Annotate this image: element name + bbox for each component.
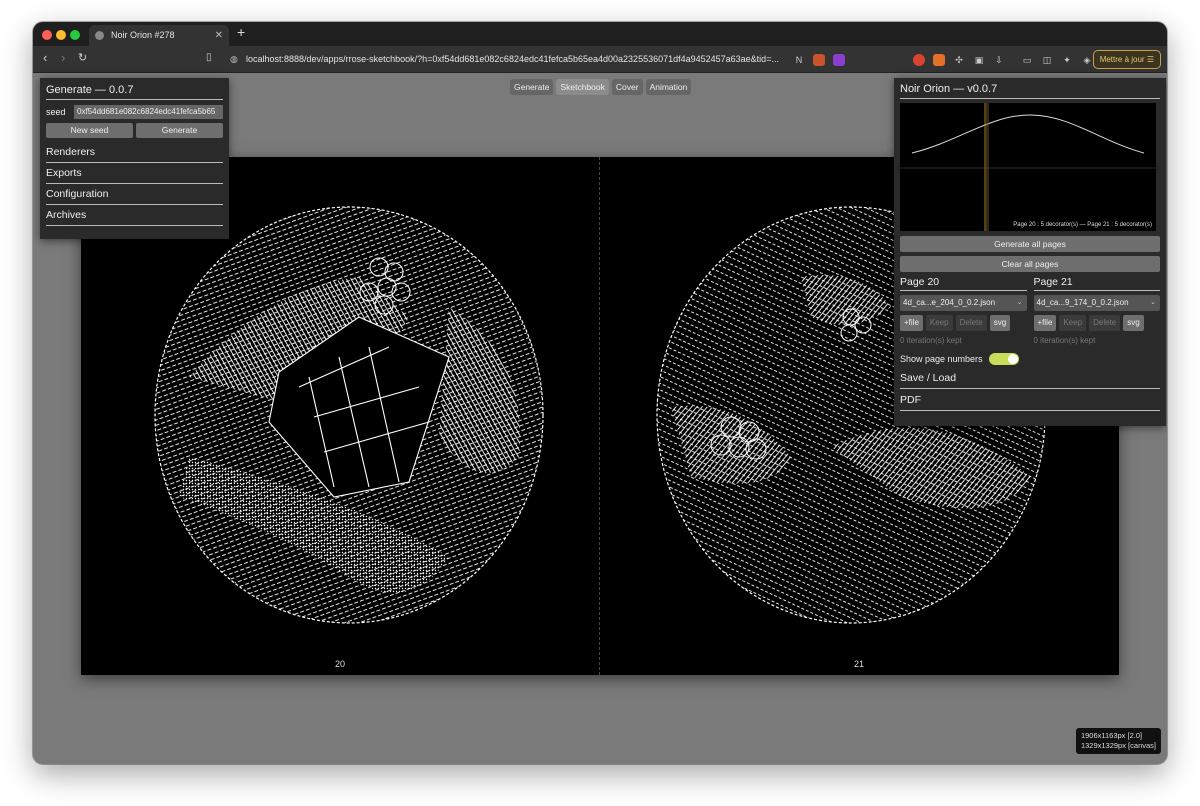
sketchbook-panel: Noir Orion — v0.0.7 Page 20 : 5 decorato…: [894, 78, 1166, 426]
page-21-kept-count: 0 iteration(s) kept: [1033, 336, 1096, 345]
vpn-icon[interactable]: ◈: [1081, 54, 1093, 66]
decorator-curve: [900, 103, 1156, 231]
brave-shield-icon[interactable]: [813, 54, 825, 66]
reader-icon[interactable]: N: [793, 54, 805, 66]
page-20-add-file-button[interactable]: +file: [900, 315, 923, 331]
tab-animation[interactable]: Animation: [645, 79, 692, 95]
seed-buttons: New seed Generate: [46, 123, 223, 138]
left-page-artwork: [154, 206, 544, 624]
show-page-numbers-label: Show page numbers: [900, 354, 983, 364]
browser-tab[interactable]: Noir Orion #278 ✕: [89, 25, 229, 46]
page-20-title: Page 20: [900, 276, 1027, 291]
decorator-graph: Page 20 : 5 decorator(s) — Page 21 : 5 d…: [900, 103, 1156, 231]
page-20-svg-button[interactable]: svg: [989, 315, 1011, 331]
section-pdf[interactable]: PDF: [900, 389, 1160, 411]
page-21-file-select[interactable]: 4d_ca...9_174_0_0.2.json ⌄: [1033, 295, 1160, 311]
show-page-numbers-row: Show page numbers: [900, 351, 1160, 367]
page-21-column: Page 21 4d_ca...9_174_0_0.2.json ⌄ +file…: [1033, 276, 1161, 348]
puzzle-icon[interactable]: ✣: [953, 54, 965, 66]
page-20-kept-count: 0 iteration(s) kept: [900, 336, 962, 345]
graph-caption: Page 20 : 5 decorator(s) — Page 21 : 5 d…: [1013, 222, 1152, 228]
section-archives[interactable]: Archives: [46, 205, 223, 226]
seed-label: seed: [46, 107, 66, 117]
close-window-icon[interactable]: [42, 30, 52, 40]
new-tab-icon[interactable]: +: [237, 24, 245, 40]
minimize-window-icon[interactable]: [56, 30, 66, 40]
page-20-actions: +file Keep Delete svg: [900, 315, 1027, 331]
page-columns: Page 20 4d_ca...e_204_0_0.2.json ⌄ +file…: [900, 276, 1160, 348]
section-configuration[interactable]: Configuration: [46, 184, 223, 205]
extension-red-icon[interactable]: [913, 54, 925, 66]
browser-window: Noir Orion #278 ✕ + ‹ › ↻ ▯ ◍ localhost:…: [33, 22, 1167, 764]
sidebar-icon[interactable]: ▭: [1021, 54, 1033, 66]
show-page-numbers-toggle[interactable]: [988, 353, 1019, 365]
maximize-window-icon[interactable]: [70, 30, 80, 40]
tab-generate[interactable]: Generate: [510, 79, 554, 95]
bookmark-icon[interactable]: ▯: [206, 52, 212, 63]
sketchbook-panel-title: Noir Orion — v0.0.7: [900, 83, 1160, 99]
section-renderers[interactable]: Renderers: [46, 142, 223, 163]
leo-icon[interactable]: ✦: [1061, 54, 1073, 66]
tab-bar: Noir Orion #278 ✕ +: [33, 22, 1167, 46]
canvas-info-line-2: 1329x1329px [canvas]: [1080, 741, 1156, 750]
page-20-delete-button[interactable]: Delete: [955, 315, 987, 331]
left-page-number: 20: [335, 659, 346, 669]
update-button[interactable]: Mettre à jour ☰: [1092, 50, 1161, 69]
wallet-icon[interactable]: ◫: [1041, 54, 1053, 66]
seed-input[interactable]: 0xf54dd681e082c6824edc41fefca5b65: [74, 105, 223, 119]
url-text: localhost:8888/dev/apps/rrose-sketchbook…: [246, 54, 779, 64]
new-seed-button[interactable]: New seed: [46, 123, 133, 138]
forward-icon[interactable]: ›: [61, 50, 65, 65]
page-21-actions: +file Keep Delete svg: [1033, 315, 1161, 331]
generate-button[interactable]: Generate: [136, 123, 223, 138]
generate-panel-title: Generate — 0.0.7: [46, 84, 223, 100]
tab-title: Noir Orion #278: [111, 30, 175, 40]
page-21-add-file-button[interactable]: +file: [1033, 315, 1057, 331]
back-icon[interactable]: ‹: [43, 50, 47, 65]
page-20-file-select[interactable]: 4d_ca...e_204_0_0.2.json ⌄: [900, 295, 1027, 311]
extension-orange-icon[interactable]: [933, 54, 945, 66]
chevron-down-icon: ⌄: [1016, 299, 1023, 306]
generate-panel: Generate — 0.0.7 seed 0xf54dd681e082c682…: [40, 78, 229, 239]
spread-fold: [599, 157, 600, 675]
toggle-knob: [1007, 354, 1018, 364]
canvas-info-line-1: 1906x1163px [2.0]: [1080, 731, 1143, 740]
tab-cover[interactable]: Cover: [611, 79, 643, 95]
browser-toolbar: ‹ › ↻ ▯ ◍ localhost:8888/dev/apps/rrose-…: [33, 46, 1167, 73]
clear-all-pages-button[interactable]: Clear all pages: [900, 256, 1160, 272]
right-page-number: 21: [854, 659, 865, 669]
page-21-svg-button[interactable]: svg: [1123, 315, 1144, 331]
chevron-down-icon: ⌄: [1150, 299, 1156, 306]
page-20-file-value: 4d_ca...e_204_0_0.2.json: [903, 298, 996, 307]
update-label: Mettre à jour: [1099, 55, 1145, 64]
seed-row: seed 0xf54dd681e082c6824edc41fefca5b65: [46, 104, 223, 120]
download-icon[interactable]: ⇩: [993, 54, 1005, 66]
mode-tabs: Generate Sketchbook Cover Animation: [510, 79, 692, 95]
section-save-load[interactable]: Save / Load: [900, 367, 1160, 389]
extension-icon[interactable]: ▣: [973, 54, 985, 66]
address-bar[interactable]: ◍ localhost:8888/dev/apps/rrose-sketchbo…: [228, 50, 788, 69]
close-tab-icon[interactable]: ✕: [215, 25, 223, 46]
page-20-column: Page 20 4d_ca...e_204_0_0.2.json ⌄ +file…: [900, 276, 1027, 348]
page-21-title: Page 21: [1033, 276, 1160, 291]
reload-icon[interactable]: ↻: [78, 51, 87, 64]
page-21-file-value: 4d_ca...9_174_0_0.2.json: [1036, 298, 1129, 307]
extension-icons: N ✣ ▣ ⇩ ▭ ◫ ✦ ◈: [793, 51, 1093, 69]
canvas-info-badge: 1906x1163px [2.0] 1329x1329px [canvas]: [1075, 728, 1161, 754]
brave-rewards-icon[interactable]: [833, 54, 845, 66]
page-20-keep-button[interactable]: Keep: [925, 315, 953, 331]
section-exports[interactable]: Exports: [46, 163, 223, 184]
favicon-icon: [95, 31, 104, 40]
app-viewport: 20 21 Generate Sketchbook Cover Animatio…: [33, 74, 1167, 764]
page-21-keep-button[interactable]: Keep: [1059, 315, 1087, 331]
generate-all-pages-button[interactable]: Generate all pages: [900, 236, 1160, 252]
site-info-icon[interactable]: ◍: [230, 50, 238, 69]
page-21-delete-button[interactable]: Delete: [1089, 315, 1121, 331]
tab-sketchbook[interactable]: Sketchbook: [556, 79, 609, 95]
